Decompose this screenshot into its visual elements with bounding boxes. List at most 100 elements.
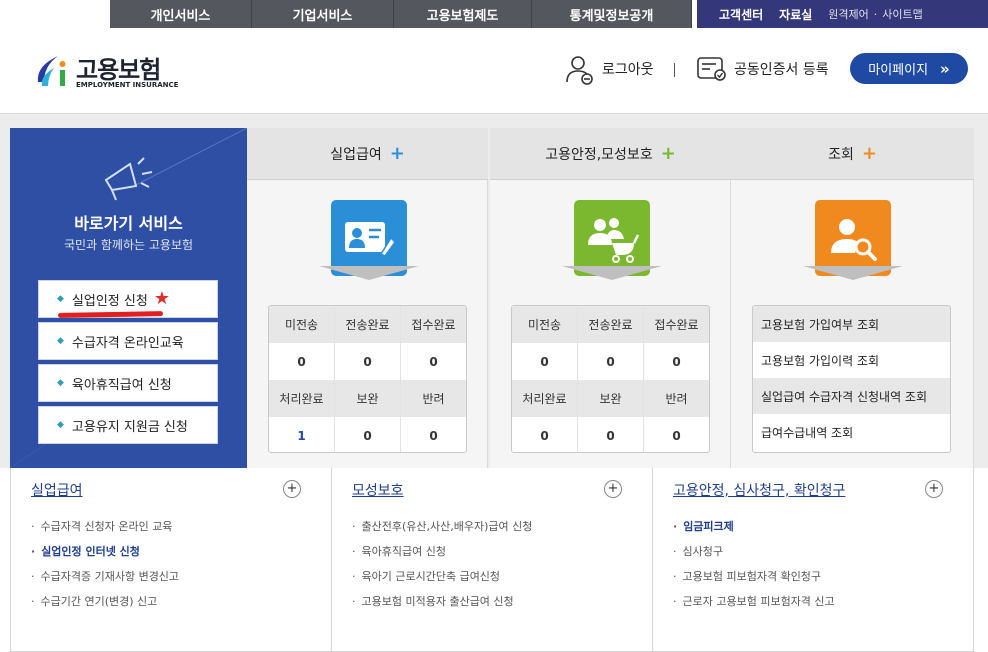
bottom-title[interactable]: 고용안정, 심사청구, 확인청구 (673, 480, 845, 500)
status-count-processed[interactable]: 0 (512, 417, 578, 452)
status-header-processed: 처리완료 (512, 380, 578, 417)
menu-personal-service[interactable]: 개인서비스 (110, 0, 252, 28)
certificate-icon (697, 57, 726, 81)
diamond-bullet-icon: ◆ (57, 336, 64, 346)
stability-status-table: 미전송 전송완료 접수완료 0 0 0 처리완료 보완 반려 0 0 0 (511, 305, 710, 453)
id-card-icon[interactable] (331, 200, 407, 276)
logout-link[interactable]: 로그아웃 (564, 52, 654, 86)
status-header-rejected: 반려 (644, 380, 709, 417)
main-menu: 개인서비스 기업서비스 고용보험제도 통계및정보공개 (110, 0, 692, 28)
status-count-sent[interactable]: 0 (335, 343, 401, 380)
list-item[interactable]: 수급자격증 기재사항 변경신고 (31, 568, 180, 593)
sitemap-link[interactable]: 사이트맵 (882, 6, 922, 22)
stability-column: 고용안정,모성보호 + 미전송 전송완료 접수완료 0 0 0 처리완료 보완 … (490, 128, 731, 468)
quick-item-label: 고용유지 지원금 신청 (71, 419, 188, 435)
logo-subtext: EMPLOYMENT INSURANCE (76, 81, 179, 89)
utility-menu: 고객센터 자료실 원격제어 · 사이트맵 (697, 0, 988, 28)
status-count-unsent[interactable]: 0 (269, 343, 335, 380)
lookup-header[interactable]: 조회 + (731, 128, 974, 180)
plus-circle-icon[interactable]: + (283, 480, 301, 498)
list-item[interactable]: 근로자 고용보험 피보험자격 신고 (673, 593, 835, 618)
plus-icon: + (861, 143, 877, 164)
quick-item-label: 수급자격 온라인교육 (71, 335, 184, 351)
quick-parental-leave[interactable]: ◆ 육아휴직급여 신청 (38, 364, 218, 402)
status-count-received[interactable]: 0 (644, 343, 709, 380)
lookup-item-enrollment-status[interactable]: 고용보험 가입여부 조회 (753, 306, 950, 342)
double-chevron-right-icon: » (940, 59, 950, 78)
quick-item-label: 실업인정 신청 (71, 293, 148, 309)
quick-online-education[interactable]: ◆ 수급자격 온라인교육 (38, 322, 218, 360)
lookup-list: 고용보험 가입여부 조회 고용보험 가입이력 조회 실업급여 수급자격 신청내역… (752, 305, 951, 453)
lookup-title: 조회 (828, 146, 854, 163)
lookup-column: 조회 + 고용보험 가입여부 조회 고용보험 가입이력 조회 실업급여 수급자격… (731, 128, 974, 468)
plus-circle-icon[interactable]: + (604, 480, 622, 498)
unemployment-header[interactable]: 실업급여 + (247, 128, 488, 180)
header-divider (674, 63, 675, 77)
remote-control-link[interactable]: 원격제어 (828, 6, 868, 22)
lookup-item-benefit-history[interactable]: 급여수급내역 조회 (753, 414, 950, 450)
util-separator: · (873, 7, 878, 21)
plus-icon: + (660, 143, 676, 164)
status-header-unsent: 미전송 (512, 306, 578, 343)
status-header-unsent: 미전송 (269, 306, 335, 343)
megaphone-icon (104, 157, 153, 201)
status-count-unsent[interactable]: 0 (512, 343, 578, 380)
logo-text: 고용보험 (76, 56, 161, 84)
list-item[interactable]: 임금피크제 (673, 518, 835, 543)
status-count-rejected[interactable]: 0 (644, 417, 709, 452)
quick-service-title: 바로가기 서비스 (74, 214, 183, 233)
lookup-item-application-history[interactable]: 실업급여 수급자격 신청내역 조회 (753, 378, 950, 414)
status-count-sent[interactable]: 0 (578, 343, 644, 380)
list-item[interactable]: 출산전후(유산,사산,배우자)급여 신청 (352, 518, 533, 543)
list-item[interactable]: 육아기 근로시간단축 급여신청 (352, 568, 532, 593)
bottom-link-lists: 실업급여 + 수급자격 신청자 온라인 교육 실업인정 인터넷 신청 수급자격증… (10, 468, 974, 652)
status-count-processed[interactable]: 1 (269, 417, 335, 452)
status-count-supplement[interactable]: 0 (578, 417, 644, 452)
quick-item-label: 육아휴직급여 신청 (71, 377, 172, 393)
status-header-supplement: 보완 (335, 380, 401, 417)
menu-business-service[interactable]: 기업서비스 (252, 0, 394, 28)
family-stroller-icon[interactable] (574, 200, 650, 276)
diamond-bullet-icon: ◆ (57, 420, 64, 430)
star-icon: ★ (153, 287, 170, 309)
unemployment-title: 실업급여 (330, 146, 382, 163)
status-count-supplement[interactable]: 0 (335, 417, 401, 452)
status-count-rejected[interactable]: 0 (401, 417, 466, 452)
menu-insurance-system[interactable]: 고용보험제도 (394, 0, 532, 28)
list-item[interactable]: 수급기간 연기(변경) 신고 (31, 593, 179, 618)
customer-center-link[interactable]: 고객센터 (719, 6, 763, 23)
bottom-title[interactable]: 모성보호 (352, 480, 404, 500)
stability-title: 고용안정,모성보호 (545, 146, 653, 163)
stability-header[interactable]: 고용안정,모성보호 + (490, 128, 731, 180)
plus-circle-icon[interactable]: + (925, 480, 943, 498)
list-item[interactable]: 육아휴직급여 신청 (352, 543, 532, 568)
icon-shadow (803, 266, 903, 280)
list-item[interactable]: 고용보험 미적용자 출산급여 신청 (352, 593, 532, 618)
mypage-button[interactable]: 마이페이지 » (850, 53, 968, 84)
icon-shadow (319, 266, 419, 280)
status-header-received: 접수완료 (644, 306, 709, 343)
unemployment-body: 미전송 전송완료 접수완료 0 0 0 처리완료 보완 반려 1 0 0 (247, 180, 488, 468)
bottom-unemployment: 실업급여 + 수급자격 신청자 온라인 교육 실업인정 인터넷 신청 수급자격증… (11, 468, 332, 651)
status-header-received: 접수완료 (401, 306, 466, 343)
quick-service-panel: 바로가기 서비스 국민과 함께하는 고용보험 ◆ 실업인정 신청 ★ ◆ 수급자… (10, 128, 247, 468)
top-nav: 개인서비스 기업서비스 고용보험제도 통계및정보공개 고객센터 자료실 원격제어… (0, 0, 988, 28)
logo[interactable]: 고용보험 EMPLOYMENT INSURANCE (32, 48, 178, 96)
user-logout-icon (566, 56, 593, 85)
certificate-register-link[interactable]: 공동인증서 등록 (696, 52, 829, 86)
list-item[interactable]: 심사청구 (673, 543, 835, 568)
library-link[interactable]: 자료실 (779, 6, 812, 23)
stability-body: 미전송 전송완료 접수완료 0 0 0 처리완료 보완 반려 0 0 0 (490, 180, 731, 468)
user-search-icon[interactable] (815, 200, 891, 276)
list-item[interactable]: 실업인정 인터넷 신청 (31, 543, 179, 568)
status-header-sent: 전송완료 (335, 306, 401, 343)
list-item[interactable]: 고용보험 피보험자격 확인청구 (673, 568, 835, 593)
menu-statistics[interactable]: 통계및정보공개 (532, 0, 692, 28)
status-header-supplement: 보완 (578, 380, 644, 417)
bottom-title[interactable]: 실업급여 (31, 480, 83, 500)
lookup-item-enrollment-history[interactable]: 고용보험 가입이력 조회 (753, 342, 950, 378)
logo-mark-icon (37, 56, 66, 86)
list-item[interactable]: 수급자격 신청자 온라인 교육 (31, 518, 179, 543)
quick-employment-retention[interactable]: ◆ 고용유지 지원금 신청 (38, 406, 218, 444)
status-count-received[interactable]: 0 (401, 343, 466, 380)
